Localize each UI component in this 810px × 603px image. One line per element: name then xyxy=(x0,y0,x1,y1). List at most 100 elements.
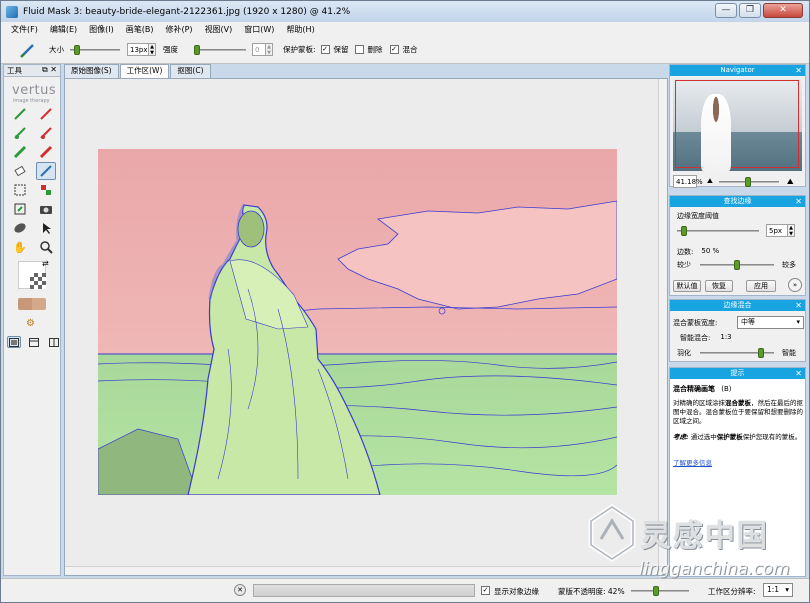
keep-local-brush-icon[interactable] xyxy=(10,124,30,142)
size-label: 大小 xyxy=(49,45,64,54)
pointer-icon[interactable] xyxy=(36,219,56,237)
close-button[interactable]: ✕ xyxy=(763,3,803,18)
menu-help[interactable]: 帮助(H) xyxy=(286,24,314,35)
zoom-icon[interactable] xyxy=(36,238,56,256)
zoom-input[interactable]: 41.18% xyxy=(673,175,703,188)
smudge-icon[interactable] xyxy=(10,219,30,237)
find-edges-title: 查找边缘 xyxy=(723,197,752,205)
cancel-process-icon[interactable]: ✕ xyxy=(234,584,246,596)
strength-value: 0 xyxy=(255,45,260,54)
delete-checkbox[interactable] xyxy=(354,45,364,54)
threshold-stepper[interactable]: ▲ ▼ xyxy=(787,224,795,237)
show-edges-checkbox[interactable]: ✓ xyxy=(481,586,490,595)
zoom-slider-thumb[interactable] xyxy=(744,176,751,187)
view-mode-3-icon[interactable] xyxy=(47,336,61,348)
keep-brush-icon[interactable] xyxy=(10,105,30,123)
image-canvas[interactable] xyxy=(97,149,618,496)
tab-workspace[interactable]: 工作区(W) xyxy=(119,64,170,79)
marquee-select-icon[interactable] xyxy=(10,181,30,199)
workspace-vertical-scrollbar[interactable] xyxy=(658,79,667,567)
status-bar: ✕ ✓ 显示对象边缘 蒙版不透明度: 42% 工作区分辨率: 1:1 ▾ xyxy=(1,578,809,602)
vertus-logo-subtitle: image therapy xyxy=(13,98,50,104)
view-mode-1-icon[interactable] xyxy=(7,336,21,348)
delete-local-brush-icon[interactable] xyxy=(36,124,56,142)
edge-blend-close-icon[interactable]: ✕ xyxy=(795,300,802,311)
zoom-out-icon[interactable]: ⛰ xyxy=(707,177,713,186)
menu-edit[interactable]: 编辑(E) xyxy=(50,24,77,35)
edge-less-label: 较少 xyxy=(677,261,691,269)
resolution-select[interactable]: 1:1 ▾ xyxy=(763,583,793,597)
default-button[interactable]: 默认值 xyxy=(673,280,701,292)
threshold-slider-thumb[interactable] xyxy=(681,226,687,236)
strength-stepper[interactable]: ▲ ▼ xyxy=(265,43,273,56)
size-input[interactable]: 13px ▲ ▼ xyxy=(127,43,156,56)
workspace-horizontal-scrollbar[interactable] xyxy=(65,566,667,575)
user-avatars-icon[interactable] xyxy=(18,298,46,310)
blend-width-select[interactable]: 中等 ▾ xyxy=(737,316,804,329)
progress-bar xyxy=(253,584,475,597)
menu-patch[interactable]: 修补(P) xyxy=(165,24,192,35)
edge-count-slider[interactable] xyxy=(700,260,774,270)
zoom-slider[interactable] xyxy=(718,176,779,187)
navigator-view-box[interactable] xyxy=(675,80,799,168)
hints-close-icon[interactable]: ✕ xyxy=(795,368,802,379)
hint-body: 对精确的区域涂抹混合蒙板，然后在最后的抠图中混合。混合蒙板位于要保留和想要删除的… xyxy=(673,399,803,426)
tools-settings-icon[interactable]: ⚙ xyxy=(26,318,35,329)
find-edges-close-icon[interactable]: ✕ xyxy=(795,196,802,207)
blend-label: 混合 xyxy=(402,45,418,54)
camera-icon[interactable] xyxy=(36,200,56,218)
blend-precise-brush-icon[interactable] xyxy=(36,162,56,180)
keep-checkbox[interactable]: ✓ xyxy=(320,45,330,54)
eraser-icon[interactable] xyxy=(10,162,30,180)
view-mode-2-icon[interactable] xyxy=(27,336,41,348)
menu-window[interactable]: 窗口(W) xyxy=(244,24,274,35)
panel-dock-close-icon[interactable]: ⧉ ✕ xyxy=(42,65,57,75)
mask-opacity-slider[interactable] xyxy=(631,586,689,596)
expand-options-icon[interactable]: » xyxy=(788,278,802,292)
vertus-logo: vertus xyxy=(12,83,57,98)
size-stepper[interactable]: ▲ ▼ xyxy=(148,43,156,56)
delete-fill-brush-icon[interactable] xyxy=(36,143,56,161)
swap-colors-icon[interactable]: ⇄ xyxy=(42,259,49,268)
navigator-panel: Navigator ✕ 41.18% ⛰ ⛰ xyxy=(669,64,806,188)
feather-slider-thumb[interactable] xyxy=(758,348,764,358)
menu-file[interactable]: 文件(F) xyxy=(11,24,38,35)
patch-icon[interactable] xyxy=(36,181,56,199)
strength-slider-thumb[interactable] xyxy=(194,44,200,55)
learn-more-link[interactable]: 了解更多信息 xyxy=(673,457,712,467)
strength-slider[interactable] xyxy=(194,44,246,55)
smart-blend-value: 1:3 xyxy=(720,333,732,341)
size-slider[interactable] xyxy=(70,44,120,55)
keep-fill-brush-icon[interactable] xyxy=(10,143,30,161)
threshold-input[interactable]: 5px ▲ ▼ xyxy=(766,224,795,237)
tab-original-image[interactable]: 原始图像(S) xyxy=(64,64,119,78)
strength-input[interactable]: 0 ▲ ▼ xyxy=(252,43,273,56)
threshold-slider[interactable] xyxy=(677,226,759,236)
hint-heading: 混合精确画笔 xyxy=(673,385,715,393)
minimize-button[interactable]: — xyxy=(715,3,737,18)
app-icon xyxy=(6,5,18,18)
hand-icon[interactable]: ✋ xyxy=(10,238,30,256)
hints-title: 提示 xyxy=(730,369,745,377)
tab-cutout[interactable]: 抠图(C) xyxy=(170,64,211,78)
hint-body-bold: 混合蒙板 xyxy=(725,399,751,407)
menu-view[interactable]: 视图(V) xyxy=(205,24,233,35)
resolution-label: 工作区分辨率: xyxy=(708,587,756,596)
navigator-close-icon[interactable]: ✕ xyxy=(795,65,802,76)
size-slider-thumb[interactable] xyxy=(74,44,80,55)
menu-image[interactable]: 图像(I) xyxy=(89,24,114,35)
mask-opacity-slider-thumb[interactable] xyxy=(653,586,659,596)
restore-button[interactable]: 恢复 xyxy=(705,280,733,292)
zoom-in-icon[interactable]: ⛰ xyxy=(787,177,794,187)
delete-brush-icon[interactable] xyxy=(36,105,56,123)
navigator-thumbnail[interactable] xyxy=(673,78,802,171)
apply-button[interactable]: 应用 xyxy=(746,280,776,292)
feather-label: 羽化 xyxy=(677,349,691,357)
magic-wand-icon[interactable] xyxy=(10,200,30,218)
menu-brush[interactable]: 画笔(B) xyxy=(126,24,154,35)
edge-count-slider-thumb[interactable] xyxy=(734,260,740,270)
transparency-swatch-icon[interactable] xyxy=(30,273,46,289)
maximize-button[interactable]: ❐ xyxy=(739,3,761,18)
feather-slider[interactable] xyxy=(700,348,774,358)
blend-checkbox[interactable]: ✓ xyxy=(389,45,399,54)
